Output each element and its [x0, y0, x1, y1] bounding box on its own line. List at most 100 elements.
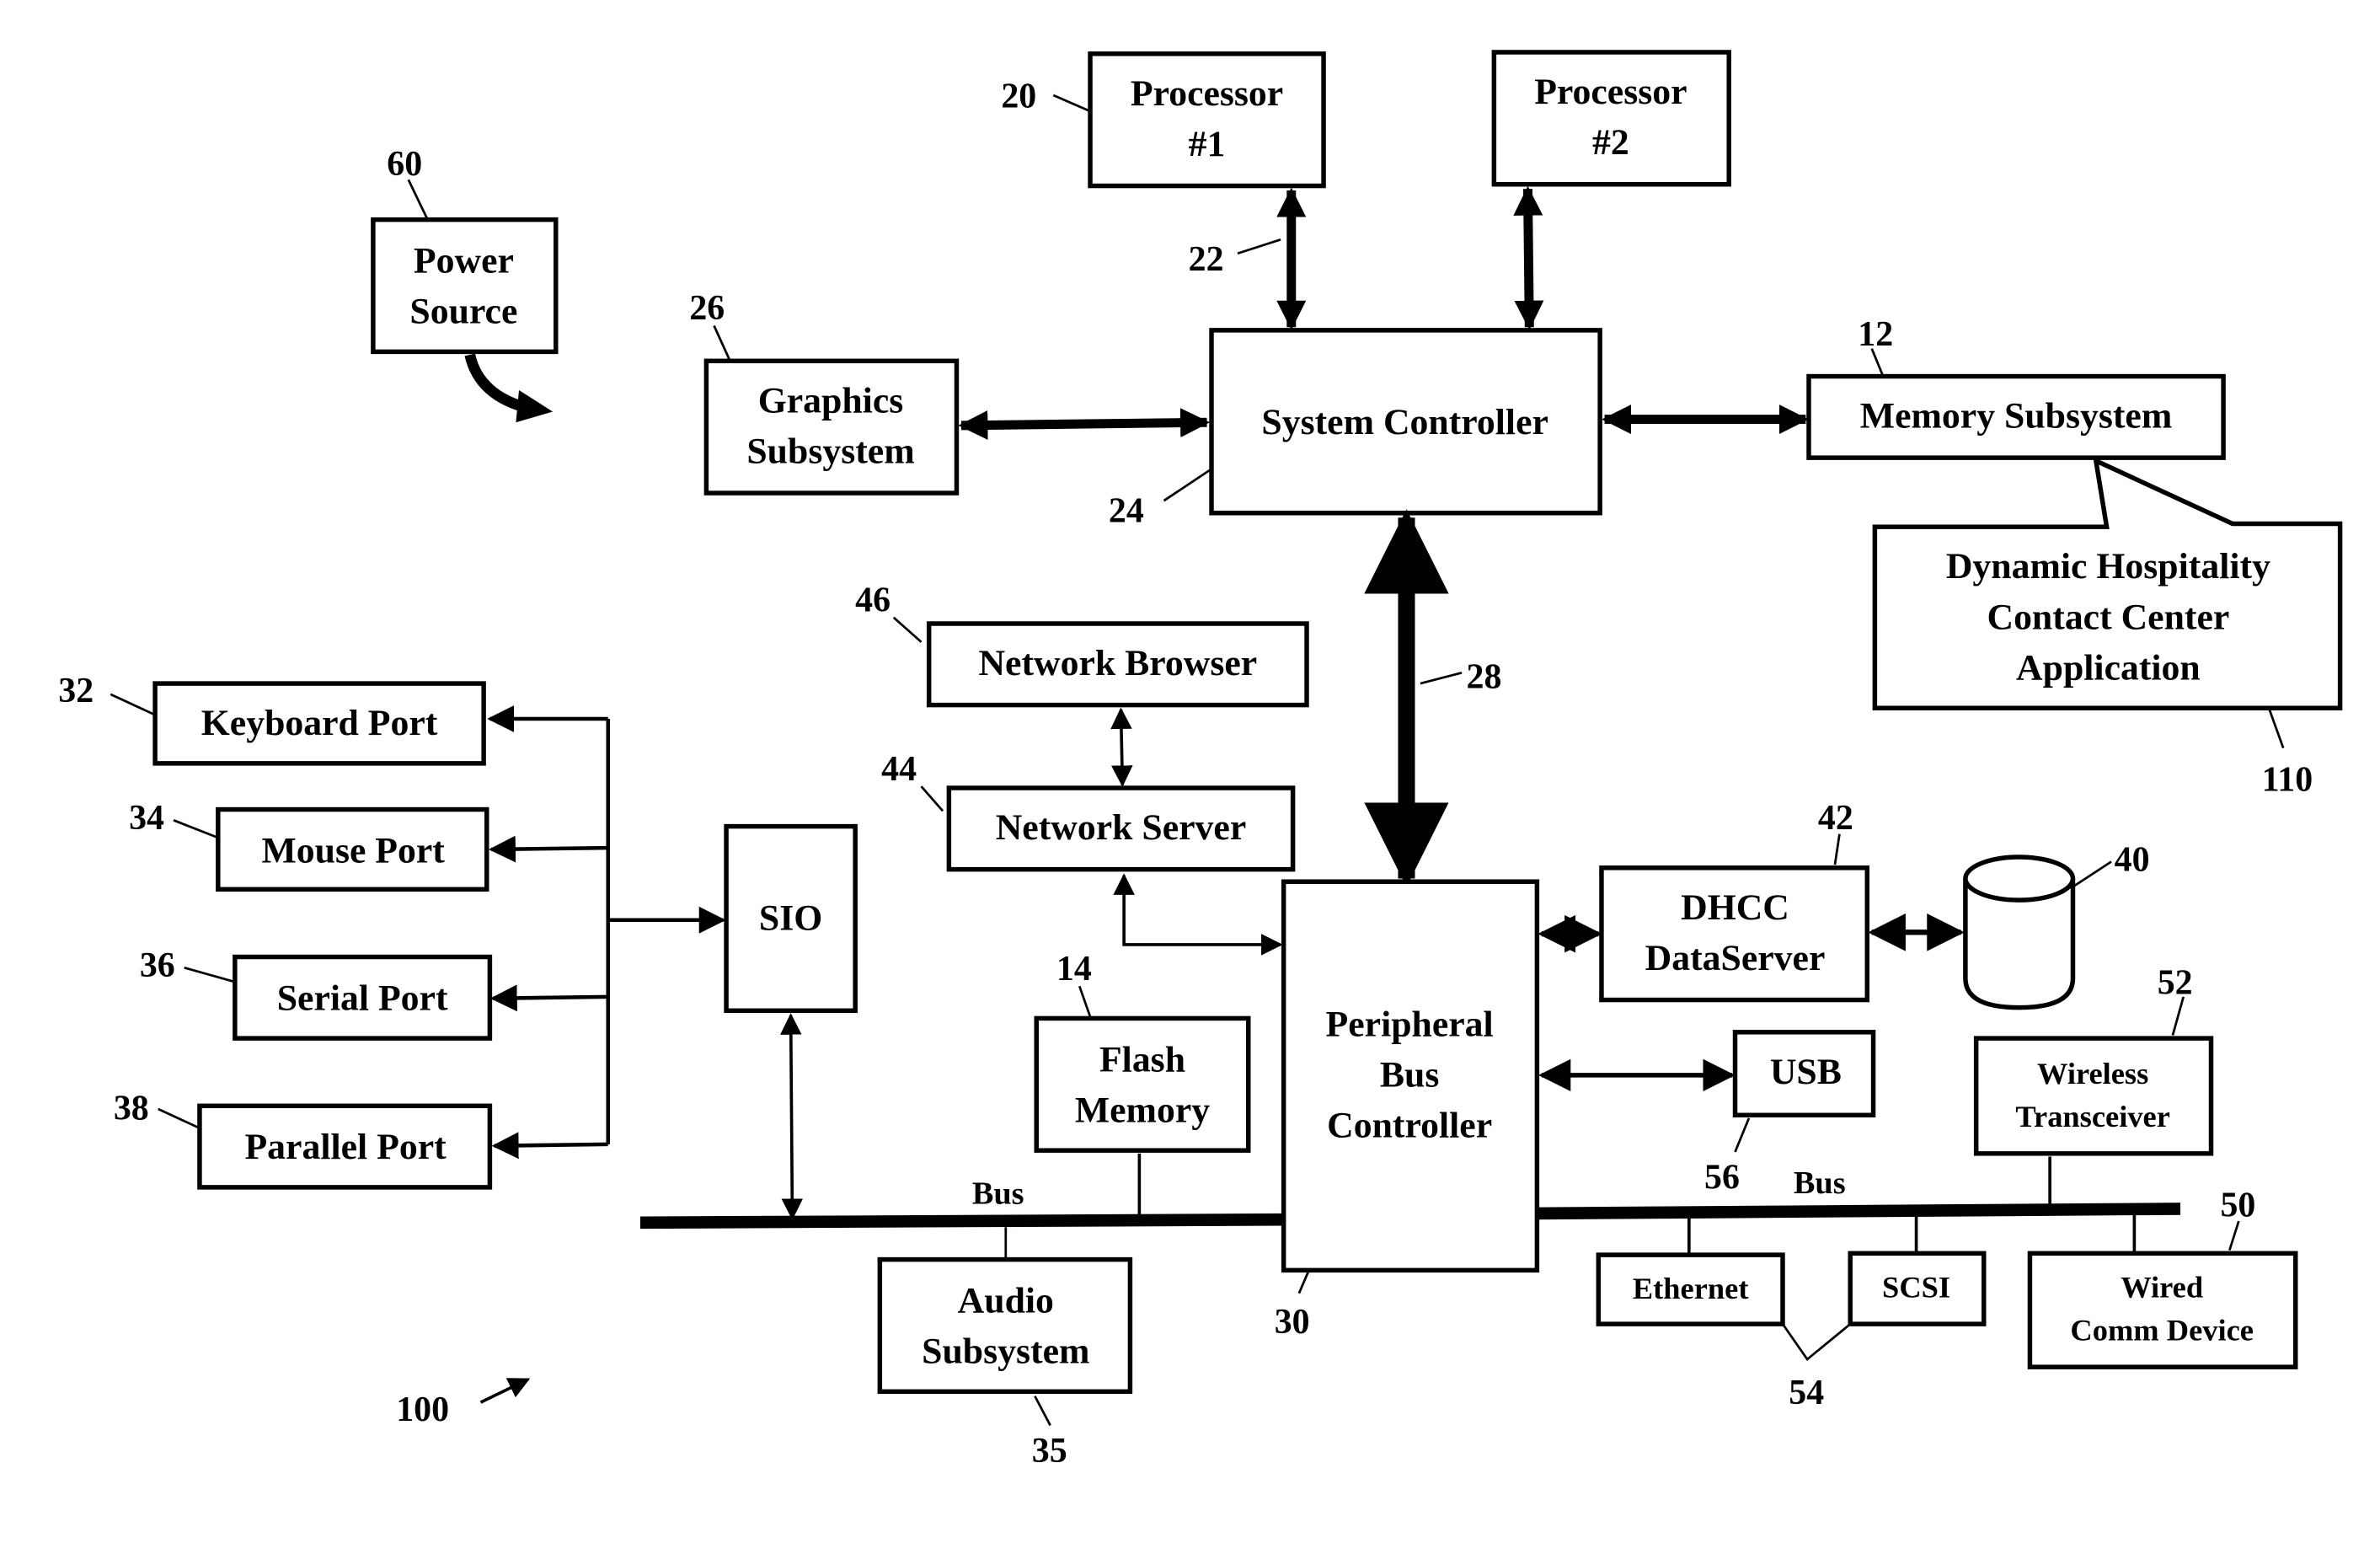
processor-1-line1: Processor — [1131, 73, 1283, 114]
leader-14 — [1078, 985, 1092, 1018]
wired-comm-line2: Comm Device — [2070, 1313, 2254, 1347]
power-source-block: Power Source — [371, 217, 559, 355]
leader-24 — [1163, 469, 1211, 502]
ref-34: 34 — [129, 799, 164, 838]
power-source-line2: Source — [409, 292, 517, 332]
ref-100: 100 — [396, 1390, 449, 1429]
ref-24: 24 — [1109, 492, 1144, 531]
ref-50: 50 — [2220, 1187, 2255, 1225]
system-controller-label: System Controller — [1261, 402, 1548, 442]
scsi-label: SCSI — [1882, 1270, 1950, 1304]
leader-40 — [2070, 860, 2112, 889]
parallel-port-label: Parallel Port — [244, 1127, 447, 1167]
leader-110 — [2268, 709, 2285, 749]
processor-2-line2: #2 — [1592, 122, 1629, 163]
keyboard-port-block: Keyboard Port — [152, 681, 486, 766]
pbc-line1: Peripheral — [1326, 1004, 1494, 1044]
sio-bus-link-arrow — [780, 1013, 804, 1220]
right-bus-line — [1537, 1203, 2181, 1220]
server-pbc-link-arrow — [1113, 873, 1283, 956]
power-source-line1: Power — [414, 241, 514, 281]
ref-40: 40 — [2115, 840, 2150, 879]
leader-28 — [1420, 672, 1463, 685]
browser-server-link-arrow — [1110, 707, 1133, 787]
wired-comm-line1: Wired — [2121, 1270, 2203, 1304]
ref-42: 42 — [1818, 799, 1853, 838]
right-bus-label: Bus — [1794, 1165, 1846, 1201]
mouse-port-block: Mouse Port — [216, 806, 489, 892]
computer-system-block-diagram: Power Source 60 Processor #1 20 Processo… — [58, 50, 2343, 1471]
network-browser-label: Network Browser — [978, 643, 1257, 683]
leader-34 — [173, 819, 217, 838]
ref-56: 56 — [1704, 1159, 1740, 1197]
memory-subsystem-label: Memory Subsystem — [1860, 396, 2172, 437]
sio-label: SIO — [759, 898, 822, 939]
ref-60: 60 — [387, 145, 422, 184]
ethernet-block: Ethernet — [1596, 1252, 1785, 1326]
figure-ref-arrow — [479, 1378, 531, 1404]
system-controller-block: System Controller — [1209, 328, 1602, 516]
ref-35: 35 — [1032, 1432, 1067, 1471]
serial-port-block: Serial Port — [233, 954, 493, 1041]
flash-memory-block: Flash Memory — [1034, 1015, 1251, 1153]
processor-1-line2: #1 — [1189, 124, 1226, 164]
scsi-block: SCSI — [1848, 1251, 1987, 1326]
leader-22 — [1237, 238, 1281, 255]
dhcc-application-callout: Dynamic Hospitality Contact Center Appli… — [1872, 457, 2343, 710]
network-server-label: Network Server — [996, 807, 1247, 848]
flash-memory-line2: Memory — [1075, 1090, 1210, 1130]
ref-12: 12 — [1858, 315, 1893, 354]
processor-2-link-arrow — [1513, 185, 1544, 330]
audio-line1: Audio — [958, 1280, 1054, 1321]
leader-52 — [2171, 996, 2185, 1036]
parallel-port-block: Parallel Port — [197, 1103, 493, 1190]
processor-1-block: Processor #1 — [1088, 51, 1326, 189]
serial-port-label: Serial Port — [277, 978, 448, 1018]
keyboard-port-label: Keyboard Port — [201, 703, 438, 743]
processor-2-block: Processor #2 — [1491, 50, 1731, 187]
port-fanout-lines — [487, 705, 726, 1160]
ref-54: 54 — [1789, 1374, 1824, 1412]
audio-line2: Subsystem — [922, 1331, 1089, 1372]
leader-35 — [1034, 1396, 1051, 1427]
ref-36: 36 — [140, 946, 175, 985]
leader-20 — [1052, 94, 1089, 112]
dhcc-app-line1: Dynamic Hospitality — [1946, 546, 2270, 587]
dhcc-app-line3: Application — [2016, 648, 2201, 688]
dhcc-dataserver-block: DHCC DataServer — [1599, 865, 1869, 1003]
ethernet-scsi-bracket — [1781, 1323, 1852, 1362]
memory-subsystem-block: Memory Subsystem — [1806, 373, 2226, 460]
usb-block: USB — [1732, 1030, 1876, 1117]
ref-20: 20 — [1001, 78, 1036, 116]
ref-32: 32 — [58, 672, 94, 710]
ref-30: 30 — [1275, 1303, 1310, 1342]
pbc-line3: Controller — [1327, 1106, 1492, 1146]
wireless-transceiver-block: Wireless Transceiver — [1973, 1036, 2214, 1156]
ref-52: 52 — [2158, 963, 2193, 1002]
leader-50 — [2228, 1220, 2240, 1251]
left-bus-line — [639, 1213, 1287, 1230]
ref-14: 14 — [1056, 950, 1092, 988]
leader-46 — [892, 616, 923, 643]
wired-comm-device-block: Wired Comm Device — [2027, 1251, 2298, 1369]
leader-26 — [713, 324, 730, 361]
mouse-port-label: Mouse Port — [261, 830, 445, 871]
dataserver-line2: DataServer — [1645, 938, 1826, 978]
wireless-line2: Transceiver — [2015, 1100, 2169, 1133]
network-server-block: Network Server — [946, 785, 1296, 872]
leader-38 — [158, 1107, 199, 1129]
dhcc-app-line2: Contact Center — [1987, 597, 2229, 637]
database-cylinder-icon — [1963, 855, 2076, 1010]
audio-subsystem-block: Audio Subsystem — [877, 1256, 1133, 1395]
dataserver-line1: DHCC — [1681, 887, 1789, 928]
flash-memory-line1: Flash — [1099, 1039, 1185, 1080]
graphics-subsystem-block: Graphics Subsystem — [703, 358, 960, 496]
left-bus-label: Bus — [972, 1176, 1024, 1212]
processor-2-line1: Processor — [1534, 72, 1687, 112]
usb-label: USB — [1770, 1052, 1842, 1092]
sio-block: SIO — [724, 823, 858, 1014]
leader-36 — [184, 966, 234, 983]
wireless-line1: Wireless — [2037, 1057, 2148, 1090]
ref-28: 28 — [1467, 658, 1502, 697]
ref-46: 46 — [855, 581, 890, 619]
